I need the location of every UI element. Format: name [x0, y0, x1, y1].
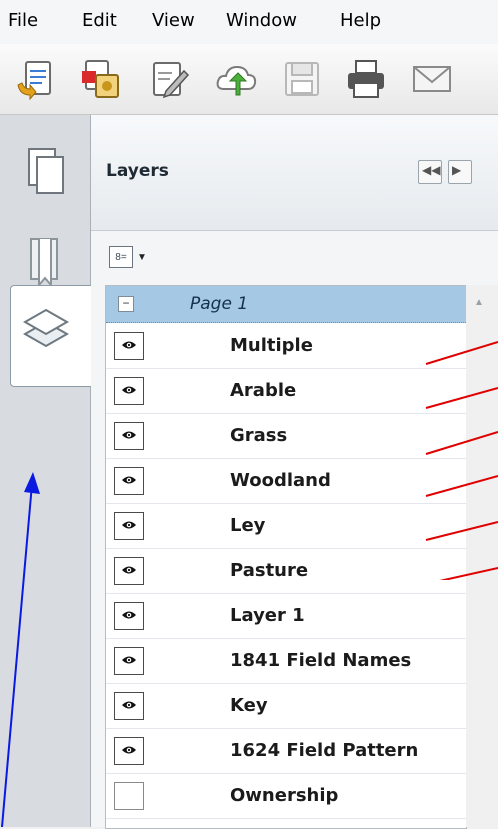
pages-button[interactable] — [8, 135, 86, 225]
layers-tree: − Page 1 Multiple Arable Grass Woodland Ley P… — [105, 285, 467, 829]
eye-icon — [122, 566, 136, 574]
layer-row[interactable]: Layer 1 — [106, 593, 466, 639]
menu-file[interactable]: File — [8, 10, 38, 31]
eye-icon — [122, 341, 136, 349]
visibility-toggle[interactable] — [114, 557, 144, 585]
visibility-toggle[interactable] — [114, 377, 144, 405]
visibility-toggle[interactable] — [114, 737, 144, 765]
visibility-toggle[interactable] — [114, 602, 144, 630]
expand-panel-icon: ▶ — [452, 163, 462, 177]
layer-label: Grass — [230, 425, 288, 446]
menu-window[interactable]: Window — [226, 10, 297, 31]
toolbar — [0, 44, 498, 115]
edit-icon — [153, 62, 190, 99]
eye-icon — [122, 431, 136, 439]
email-button[interactable] — [410, 57, 454, 101]
eye-icon — [122, 521, 136, 529]
layer-label: Ley — [230, 515, 266, 536]
layers-panel: Layers ◀◀ ▶ 8= ▼ − Page 1 Multiple Arable… — [91, 115, 498, 829]
email-icon — [413, 66, 451, 92]
create-pdf-icon — [17, 61, 51, 101]
menu-edit[interactable]: Edit — [82, 10, 117, 31]
upload-button[interactable] — [214, 57, 258, 101]
expand-panel-button[interactable]: ▶ — [448, 160, 472, 184]
eye-icon — [122, 701, 136, 709]
layers-icon — [22, 308, 70, 348]
navigation-pane — [0, 115, 91, 827]
options-menu-button[interactable]: 8= ▼ — [109, 244, 153, 270]
scroll-up-icon[interactable]: ▲ — [474, 297, 484, 308]
layer-label: Arable — [230, 380, 297, 401]
print-icon — [348, 60, 384, 98]
visibility-toggle[interactable] — [114, 422, 144, 450]
visibility-toggle[interactable] — [114, 692, 144, 720]
layer-row[interactable]: 1624 Field Pattern — [106, 728, 466, 774]
layer-label: Ownership — [230, 785, 339, 806]
chevron-down-icon: ▼ — [137, 251, 147, 263]
collapse-panel-button[interactable]: ◀◀ — [418, 160, 442, 184]
page-node[interactable]: − Page 1 — [106, 286, 466, 323]
visibility-toggle[interactable] — [114, 512, 144, 540]
layers-tab-button[interactable] — [10, 285, 93, 387]
eye-icon — [122, 386, 136, 394]
layer-row[interactable]: Multiple — [106, 323, 466, 369]
layer-row[interactable]: Woodland — [106, 458, 466, 504]
layer-label: 1841 Field Names — [230, 650, 412, 671]
print-button[interactable] — [344, 57, 388, 101]
layer-row[interactable]: 1841 Field Names — [106, 638, 466, 684]
create-pdf-button[interactable] — [14, 57, 58, 101]
layer-label: 1624 Field Pattern — [230, 740, 419, 761]
eye-icon — [122, 746, 136, 754]
save-button[interactable] — [280, 57, 324, 101]
visibility-toggle[interactable] — [114, 782, 144, 810]
collapse-icon[interactable]: − — [118, 296, 134, 312]
layer-row[interactable]: Grass — [106, 413, 466, 459]
layer-label: Pasture — [230, 560, 309, 581]
eye-icon — [122, 656, 136, 664]
panel-header: Layers ◀◀ ▶ — [91, 115, 498, 231]
visibility-toggle[interactable] — [114, 467, 144, 495]
pages-icon — [28, 148, 64, 194]
eye-icon — [122, 611, 136, 619]
layer-row[interactable]: Ownership — [106, 773, 466, 819]
layer-row[interactable]: Ley — [106, 503, 466, 549]
collapse-panel-icon: ◀◀ — [422, 163, 441, 177]
menu-view[interactable]: View — [152, 10, 195, 31]
layer-label: Multiple — [230, 335, 313, 356]
panel-title: Layers — [106, 161, 169, 181]
options-menu-icon: 8= — [109, 246, 133, 268]
convert-icon — [82, 60, 119, 98]
convert-button[interactable] — [78, 57, 122, 101]
layer-row[interactable]: Arable — [106, 368, 466, 414]
layer-row[interactable]: Key — [106, 683, 466, 729]
bookmarks-icon — [30, 238, 58, 288]
eye-icon — [122, 476, 136, 484]
save-icon — [285, 62, 319, 96]
layer-label: Woodland — [230, 470, 331, 491]
page-label: Page 1 — [190, 294, 249, 314]
menu-help[interactable]: Help — [340, 10, 381, 31]
menu-bar: File Edit View Window Help — [0, 0, 498, 45]
visibility-toggle[interactable] — [114, 647, 144, 675]
edit-button[interactable] — [146, 57, 190, 101]
scrollbar[interactable]: ▲ — [466, 285, 498, 827]
upload-cloud-icon — [216, 65, 257, 96]
layer-label: Layer 1 — [230, 605, 305, 626]
visibility-toggle[interactable] — [114, 332, 144, 360]
layer-label: Key — [230, 695, 268, 716]
layer-row[interactable]: Pasture — [106, 548, 466, 594]
